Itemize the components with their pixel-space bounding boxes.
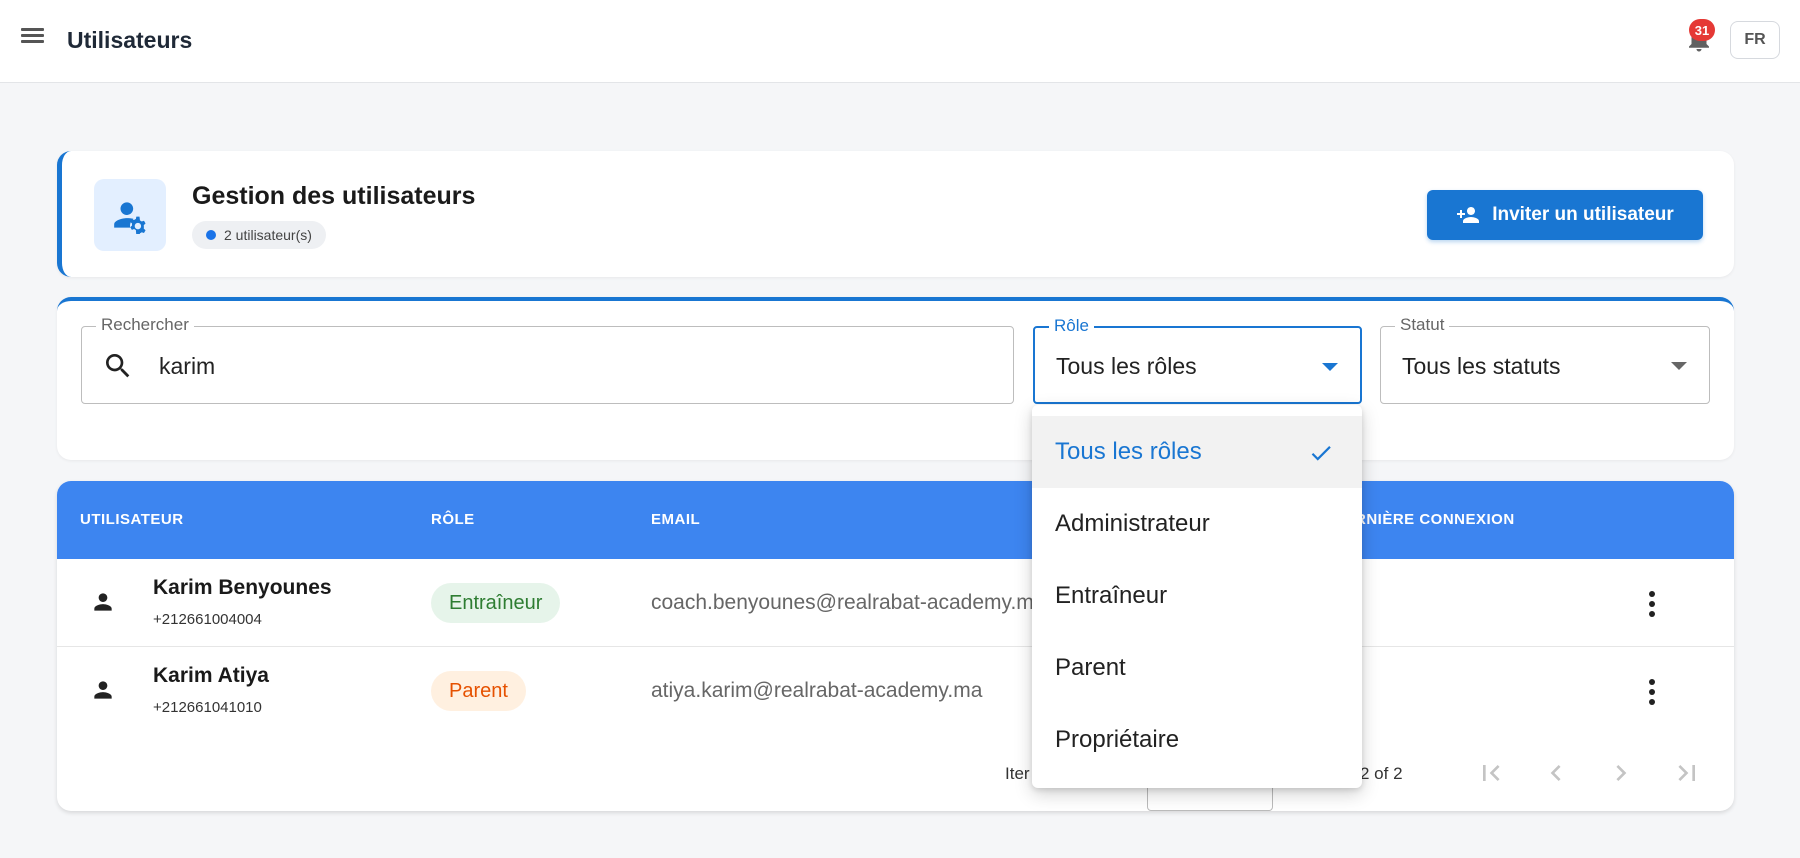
column-header-user[interactable]: UTILISATEUR	[80, 511, 184, 528]
more-vert-icon[interactable]	[1637, 675, 1667, 709]
role-label: Rôle	[1049, 316, 1094, 336]
table-row[interactable]: Karim Benyounes +212661004004 Entraîneur…	[57, 559, 1734, 647]
user-count-text: 2 utilisateur(s)	[224, 227, 312, 243]
table-header: UTILISATEUR RÔLE EMAIL RNIÈRE CONNEXION	[57, 481, 1734, 559]
role-option-parent[interactable]: Parent	[1032, 632, 1362, 704]
search-icon	[102, 350, 134, 382]
more-vert-icon[interactable]	[1637, 587, 1667, 621]
role-select[interactable]: Rôle Tous les rôles	[1033, 316, 1362, 404]
chevron-down-icon	[1671, 362, 1687, 370]
user-email: atiya.karim@realrabat-academy.ma	[651, 679, 983, 702]
role-option-label: Administrateur	[1055, 510, 1210, 537]
column-header-role[interactable]: RÔLE	[431, 511, 475, 528]
chevron-down-icon	[1322, 363, 1338, 371]
column-header-last-login[interactable]: RNIÈRE CONNEXION	[1355, 511, 1515, 528]
section-title: Gestion des utilisateurs	[192, 182, 476, 210]
invite-user-button[interactable]: Inviter un utilisateur	[1427, 190, 1703, 240]
items-per-page-label: Iter	[1005, 764, 1030, 783]
person-add-icon	[1457, 207, 1480, 223]
role-value: Tous les rôles	[1056, 353, 1197, 379]
role-option-label: Parent	[1055, 654, 1126, 681]
table-row[interactable]: Karim Atiya +212661041010 Parent atiya.k…	[57, 647, 1734, 735]
search-input[interactable]: Rechercher karim	[81, 315, 1014, 404]
users-table: UTILISATEUR RÔLE EMAIL RNIÈRE CONNEXION …	[57, 481, 1734, 811]
status-label: Statut	[1395, 315, 1450, 335]
next-page-icon[interactable]	[1605, 757, 1637, 789]
previous-page-icon[interactable]	[1540, 757, 1572, 789]
role-dropdown-menu: Tous les rôles Administrateur Entraîneur…	[1032, 405, 1362, 788]
user-email: coach.benyounes@realrabat-academy.m	[651, 591, 1034, 614]
column-header-email[interactable]: EMAIL	[651, 511, 700, 528]
role-option-label: Entraîneur	[1055, 582, 1168, 609]
user-management-header: Gestion des utilisateurs 2 utilisateur(s…	[57, 151, 1734, 277]
role-option-coach[interactable]: Entraîneur	[1032, 560, 1362, 632]
role-option-admin[interactable]: Administrateur	[1032, 488, 1362, 560]
notification-badge: 31	[1689, 19, 1715, 41]
language-button[interactable]: FR	[1730, 21, 1780, 59]
user-name: Karim Benyounes	[153, 576, 332, 599]
search-value: karim	[159, 353, 216, 379]
role-option-all[interactable]: Tous les rôles	[1032, 416, 1362, 488]
check-icon	[1306, 440, 1336, 466]
person-icon	[90, 677, 116, 703]
role-chip: Parent	[431, 671, 526, 711]
user-count-badge: 2 utilisateur(s)	[192, 221, 326, 249]
person-icon	[90, 589, 116, 615]
search-label: Rechercher	[96, 315, 194, 335]
role-chip: Entraîneur	[431, 583, 561, 623]
last-page-icon[interactable]	[1671, 757, 1703, 789]
invite-user-label: Inviter un utilisateur	[1492, 204, 1674, 225]
menu-icon[interactable]	[18, 24, 48, 54]
page-title: Utilisateurs	[67, 27, 193, 53]
user-name: Karim Atiya	[153, 664, 269, 687]
status-select[interactable]: Statut Tous les statuts	[1380, 315, 1710, 404]
first-page-icon[interactable]	[1475, 757, 1507, 789]
status-dot	[206, 230, 216, 240]
user-gear-icon	[94, 179, 166, 251]
top-app-bar: Utilisateurs 31 FR	[0, 0, 1800, 83]
role-option-label: Tous les rôles	[1055, 438, 1202, 465]
role-option-owner[interactable]: Propriétaire	[1032, 704, 1362, 776]
role-option-label: Propriétaire	[1055, 726, 1180, 753]
user-phone: +212661041010	[153, 699, 262, 716]
user-phone: +212661004004	[153, 611, 262, 628]
page-range-label: 2 of 2	[1360, 764, 1403, 783]
status-value: Tous les statuts	[1402, 353, 1561, 379]
